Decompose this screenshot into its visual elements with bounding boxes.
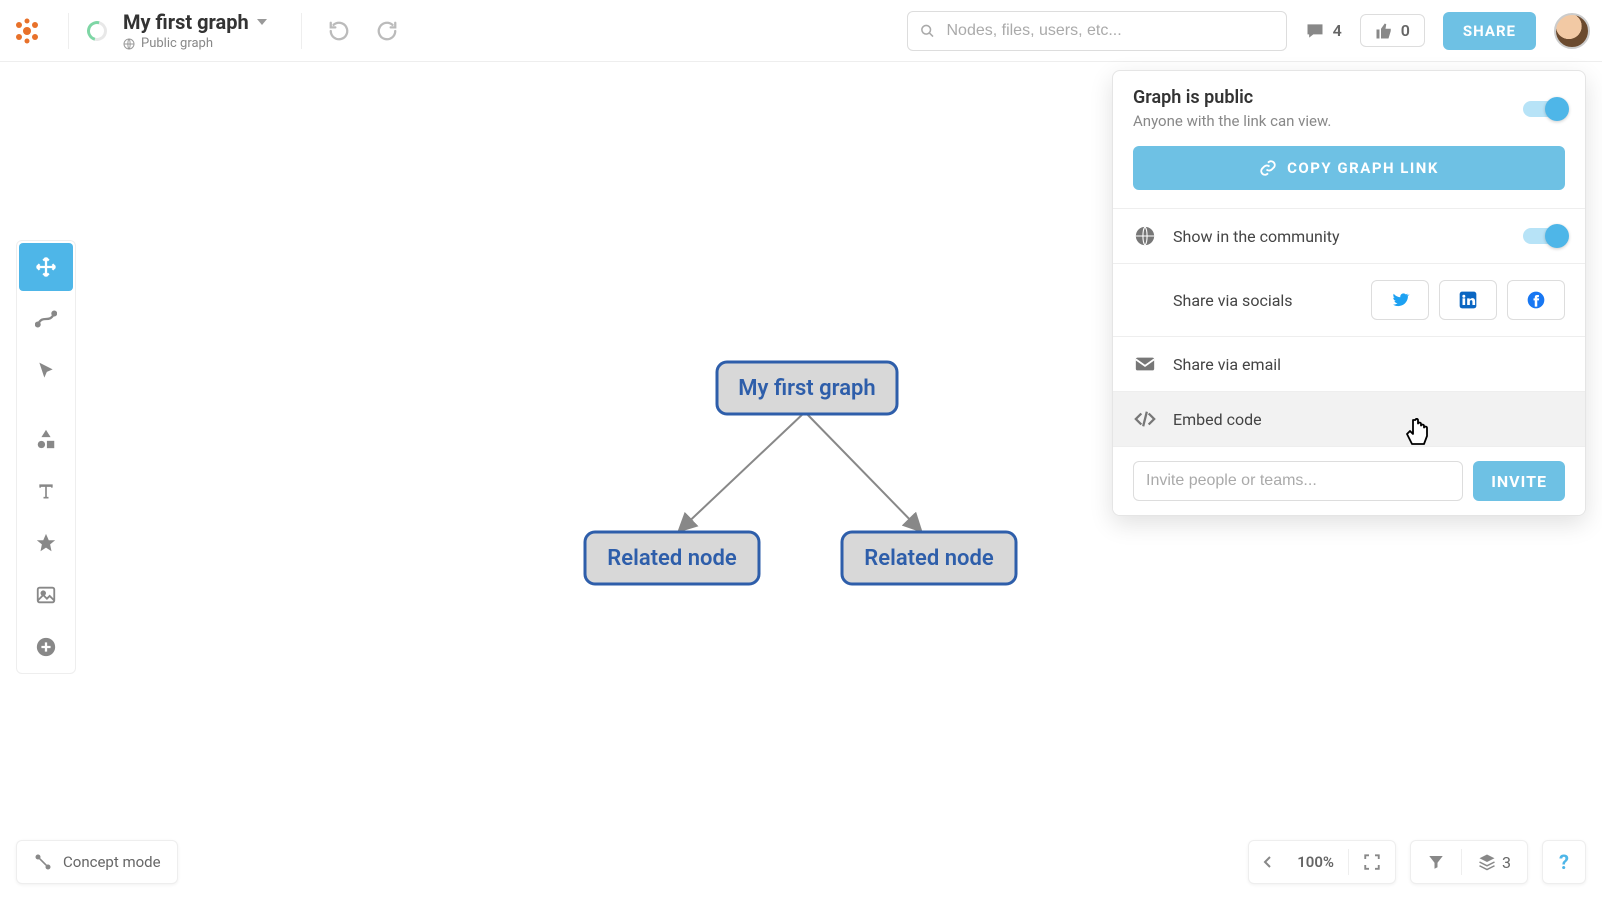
invite-input[interactable] [1133, 461, 1463, 501]
concept-mode-icon [33, 852, 53, 872]
link-icon [1259, 159, 1277, 177]
star-icon [35, 532, 57, 554]
share-button[interactable]: SHARE [1443, 12, 1536, 50]
tool-text[interactable] [17, 465, 75, 517]
tool-select[interactable] [17, 345, 75, 397]
mode-label: Concept mode [63, 853, 161, 871]
share-socials-label: Share via socials [1173, 291, 1355, 310]
comment-icon [1305, 21, 1325, 41]
graph-title-row[interactable]: My first graph [123, 10, 267, 34]
fullscreen-button[interactable] [1353, 841, 1391, 883]
image-icon [35, 584, 57, 606]
header-right: 4 0 SHARE [907, 11, 1590, 51]
invite-row: INVITE [1113, 446, 1585, 515]
share-community-label: Show in the community [1173, 227, 1507, 246]
redo-button[interactable] [368, 12, 406, 50]
node-child-right[interactable]: Related node [842, 532, 1016, 584]
header: My first graph Public graph 4 0 SHARE [0, 0, 1602, 62]
globe-icon [1133, 225, 1157, 247]
community-toggle[interactable] [1523, 228, 1565, 244]
share-public-row: Graph is public Anyone with the link can… [1113, 71, 1585, 146]
globe-icon [123, 38, 135, 50]
plus-circle-icon [35, 636, 57, 658]
chevron-left-icon [1263, 855, 1273, 869]
share-socials-row: Share via socials [1113, 263, 1585, 336]
share-facebook-button[interactable] [1507, 280, 1565, 320]
share-public-subtitle: Anyone with the link can view. [1133, 112, 1507, 130]
share-embed-row[interactable]: Embed code [1113, 391, 1585, 446]
facebook-icon [1526, 290, 1546, 310]
search-icon [920, 23, 935, 39]
likes-button[interactable]: 0 [1360, 14, 1425, 47]
linkedin-icon [1458, 290, 1478, 310]
left-toolbar [16, 240, 76, 674]
graph-title-block: My first graph Public graph [123, 10, 267, 51]
node-child-left[interactable]: Related node [585, 532, 759, 584]
divider [301, 13, 302, 49]
layers-button[interactable]: 3 [1466, 841, 1523, 883]
view-controls: 3 [1410, 840, 1528, 884]
tool-add[interactable] [17, 621, 75, 673]
code-icon [1133, 408, 1157, 430]
invite-button[interactable]: INVITE [1473, 461, 1565, 501]
graph-visibility[interactable]: Public graph [123, 36, 267, 51]
node-label: My first graph [738, 376, 875, 401]
app-logo[interactable] [12, 16, 42, 46]
tool-star[interactable] [17, 517, 75, 569]
search-box[interactable] [907, 11, 1287, 51]
copy-link-label: COPY GRAPH LINK [1287, 159, 1439, 177]
share-email-label: Share via email [1173, 355, 1565, 374]
bottombar: Concept mode 100% 3 ? [16, 840, 1586, 884]
comments-count: 4 [1333, 21, 1342, 40]
mail-icon [1133, 353, 1157, 375]
share-linkedin-button[interactable] [1439, 280, 1497, 320]
node-root[interactable]: My first graph [717, 362, 897, 414]
share-panel: Graph is public Anyone with the link can… [1112, 70, 1586, 516]
twitter-icon [1390, 290, 1410, 310]
help-icon: ? [1559, 850, 1569, 874]
move-icon [35, 256, 57, 278]
share-email-row[interactable]: Share via email [1113, 336, 1585, 391]
chevron-down-icon [257, 19, 267, 25]
mode-button[interactable]: Concept mode [16, 840, 178, 884]
tool-image[interactable] [17, 569, 75, 621]
filter-button[interactable] [1415, 841, 1457, 883]
layers-icon [1478, 853, 1496, 871]
sync-status-icon [83, 17, 110, 44]
divider [68, 13, 69, 49]
cursor-icon [36, 361, 56, 381]
filter-icon [1427, 853, 1445, 871]
share-embed-label: Embed code [1173, 410, 1565, 429]
avatar[interactable] [1554, 13, 1590, 49]
copy-link-button[interactable]: COPY GRAPH LINK [1133, 146, 1565, 190]
zoom-control: 100% [1248, 840, 1396, 884]
tool-shape[interactable] [17, 413, 75, 465]
zoom-value: 100% [1287, 841, 1344, 883]
node-label: Related node [864, 546, 994, 571]
zoom-out-button[interactable] [1253, 841, 1283, 883]
node-label: Related node [607, 546, 737, 571]
tool-curve[interactable] [17, 293, 75, 345]
edge[interactable] [805, 412, 920, 530]
undo-button[interactable] [320, 12, 358, 50]
graph-title: My first graph [123, 10, 249, 34]
help-button[interactable]: ? [1542, 840, 1586, 884]
layers-count: 3 [1502, 853, 1511, 872]
thumbs-up-icon [1375, 22, 1393, 40]
likes-count: 0 [1401, 21, 1410, 40]
shapes-icon [35, 428, 57, 450]
tool-move[interactable] [19, 243, 73, 291]
comments-button[interactable]: 4 [1305, 21, 1342, 41]
graph-visibility-label: Public graph [141, 36, 213, 51]
fullscreen-icon [1363, 853, 1381, 871]
curve-icon [35, 308, 57, 330]
text-icon [36, 481, 56, 501]
share-twitter-button[interactable] [1371, 280, 1429, 320]
public-toggle[interactable] [1523, 101, 1565, 117]
search-input[interactable] [944, 21, 1273, 41]
share-public-title: Graph is public [1133, 87, 1507, 108]
share-community-row: Show in the community [1113, 208, 1585, 263]
edge[interactable] [680, 412, 805, 530]
